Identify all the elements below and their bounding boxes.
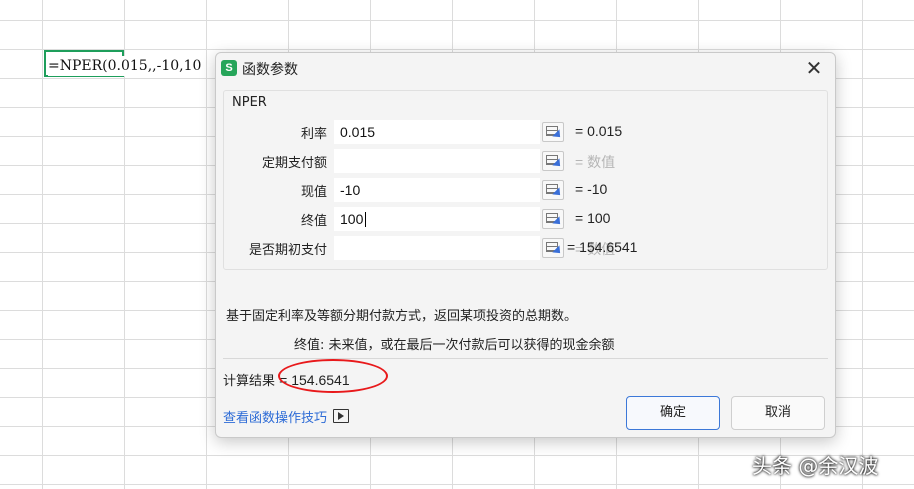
range-picker-button[interactable] [542,209,564,229]
range-picker-button[interactable] [542,151,564,171]
function-tips-link[interactable]: 查看函数操作技巧 [223,407,350,426]
ok-button[interactable]: 确定 [626,396,720,430]
function-name: NPER [232,95,267,110]
video-play-icon [333,409,350,423]
type-input[interactable] [334,236,540,260]
arg-label: 现值 [300,185,327,200]
function-tips-label: 查看函数操作技巧 [223,411,328,426]
wps-spreadsheet-icon: S [221,60,237,76]
parameter-description: 终值: 未来值，或在最后一次付款后可以获得的现金余额 [294,338,615,353]
close-icon: ✕ [805,56,823,80]
close-button[interactable]: ✕ [800,55,828,81]
arg-row-rate: 利率 0.015 = 0.015 [224,120,827,144]
arg-row-pv: 现值 -10 = -10 [224,178,827,202]
rate-input[interactable]: 0.015 [334,120,540,144]
arg-row-fv: 终值 100 = 100 [224,207,827,231]
pmt-input[interactable] [334,149,540,173]
arg-result: = -10 [575,181,608,197]
pv-input[interactable]: -10 [334,178,540,202]
arg-label: 定期支付额 [261,156,327,171]
watermark: 头条 @余汉波 [752,454,879,478]
calc-result-label: 计算结果 [223,374,276,389]
function-description: 基于固定利率及等额分期付款方式，返回某项投资的总期数。 [226,309,578,324]
highlight-ellipse [278,359,388,393]
dialog-titlebar[interactable]: S 函数参数 ✕ [216,53,835,83]
arg-row-pmt: 定期支付额 = 数值 [224,149,827,173]
range-picker-button[interactable] [542,180,564,200]
arg-result: = 100 [575,210,611,226]
dialog-title: 函数参数 [242,62,298,78]
arg-label: 利率 [300,127,327,142]
arg-result: = 0.015 [575,123,623,139]
range-picker-button[interactable] [542,122,564,142]
arg-label: 是否期初支付 [248,243,327,258]
divider [223,358,828,359]
range-picker-button[interactable] [542,238,564,258]
text-cursor [365,212,366,227]
function-arguments-dialog: S 函数参数 ✕ NPER 利率 0.015 = 0.015 定期支付额 = 数… [215,52,836,438]
arg-label: 终值 [300,214,327,229]
arg-row-type: 是否期初支付 = 数值 [224,236,827,260]
formula-result: = 154.6541 [567,239,638,255]
cell-formula-text: =NPER(0.015,,-10,10 [48,56,206,76]
arg-result: = 数值 [575,154,616,170]
cancel-button[interactable]: 取消 [731,396,825,430]
arguments-group: NPER 利率 0.015 = 0.015 定期支付额 = 数值 现值 -10 … [223,90,828,270]
